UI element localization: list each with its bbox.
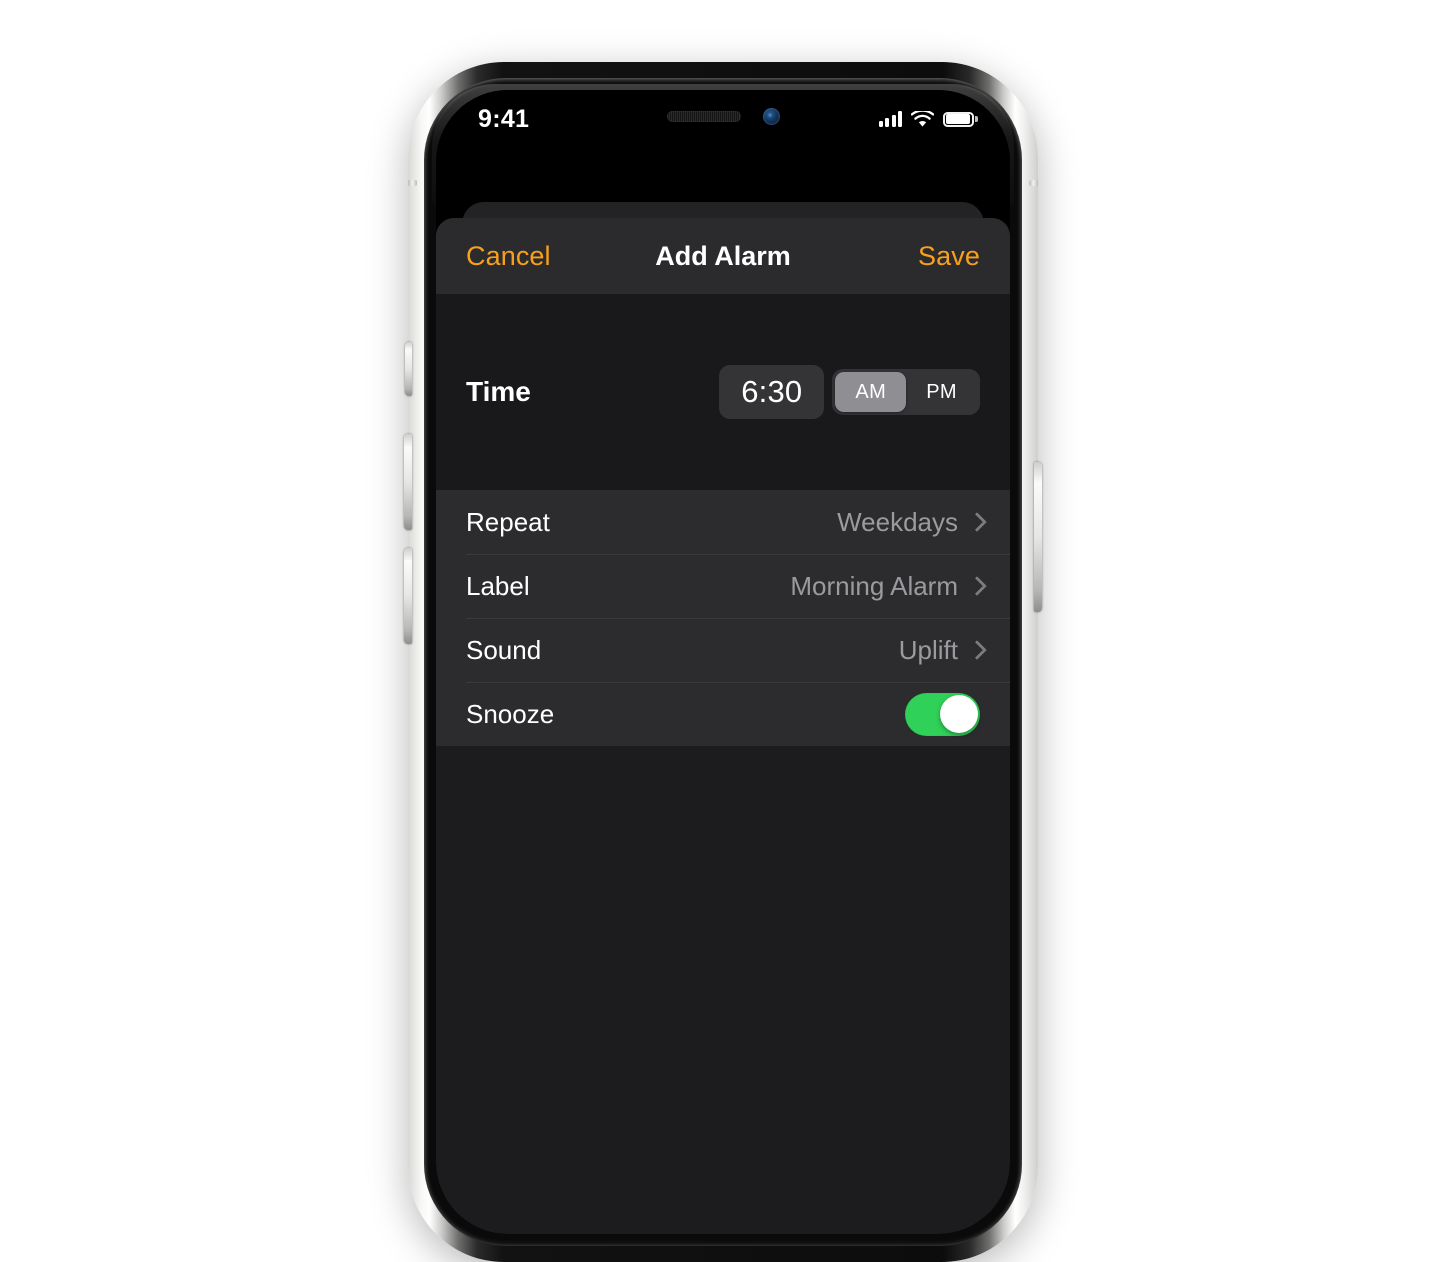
status-bar-icons: [878, 110, 978, 128]
row-sound-value: Uplift: [898, 634, 958, 665]
add-alarm-sheet: Cancel Add Alarm Save Time 6:30 AM PM Re…: [436, 218, 1010, 1234]
row-sound[interactable]: Sound Uplift: [436, 618, 1010, 682]
front-camera-icon: [762, 107, 780, 125]
row-repeat[interactable]: Repeat Weekdays: [436, 490, 1010, 554]
earpiece-speaker-icon: [666, 110, 741, 122]
chevron-right-icon: [970, 513, 980, 531]
row-snooze-accessory: [905, 692, 980, 736]
toggle-knob: [939, 695, 978, 733]
row-snooze[interactable]: Snooze: [436, 682, 1010, 746]
time-value-field[interactable]: 6:30: [719, 365, 825, 419]
cellular-signal-icon: [878, 111, 902, 127]
time-section: Time 6:30 AM PM: [436, 294, 1010, 490]
row-snooze-label: Snooze: [466, 698, 555, 729]
antenna-band-right: [1029, 180, 1038, 186]
pm-segment[interactable]: PM: [906, 372, 977, 412]
phone-screen: 9:41 Cancel Add Alarm Save Time 6:30 AM …: [436, 90, 1010, 1234]
alarm-options-list: Repeat Weekdays Label Morning Alarm Soun…: [436, 490, 1010, 746]
cancel-button[interactable]: Cancel: [466, 241, 551, 272]
side-power-button[interactable]: [1034, 462, 1042, 612]
row-sound-label: Sound: [466, 634, 542, 665]
snooze-toggle[interactable]: [905, 692, 980, 736]
row-repeat-value: Weekdays: [837, 506, 958, 537]
row-label[interactable]: Label Morning Alarm: [436, 554, 1010, 618]
am-pm-segmented-control[interactable]: AM PM: [832, 369, 980, 415]
chevron-right-icon: [970, 577, 980, 595]
time-label: Time: [466, 376, 531, 407]
status-bar-clock: 9:41: [478, 104, 530, 133]
row-label-value: Morning Alarm: [790, 570, 958, 601]
row-sound-accessory: Uplift: [899, 635, 980, 666]
device-notch: [607, 90, 839, 134]
row-label-label: Label: [466, 570, 530, 601]
wifi-icon: [911, 110, 934, 127]
mute-switch-button[interactable]: [405, 342, 412, 396]
battery-icon: [943, 111, 978, 127]
time-controls: 6:30 AM PM: [719, 365, 980, 419]
iphone-device-frame: 9:41 Cancel Add Alarm Save Time 6:30 AM …: [404, 62, 1042, 1262]
save-button[interactable]: Save: [918, 241, 980, 272]
am-segment[interactable]: AM: [835, 372, 907, 412]
chevron-right-icon: [970, 641, 980, 659]
volume-down-button[interactable]: [404, 548, 412, 644]
antenna-band-left: [408, 180, 417, 186]
volume-up-button[interactable]: [404, 434, 412, 530]
row-repeat-accessory: Weekdays: [837, 507, 980, 538]
row-repeat-label: Repeat: [466, 506, 550, 537]
sheet-navigation-bar: Cancel Add Alarm Save: [436, 218, 1010, 294]
row-label-accessory: Morning Alarm: [790, 571, 980, 602]
sheet-empty-area: [436, 746, 1010, 1146]
